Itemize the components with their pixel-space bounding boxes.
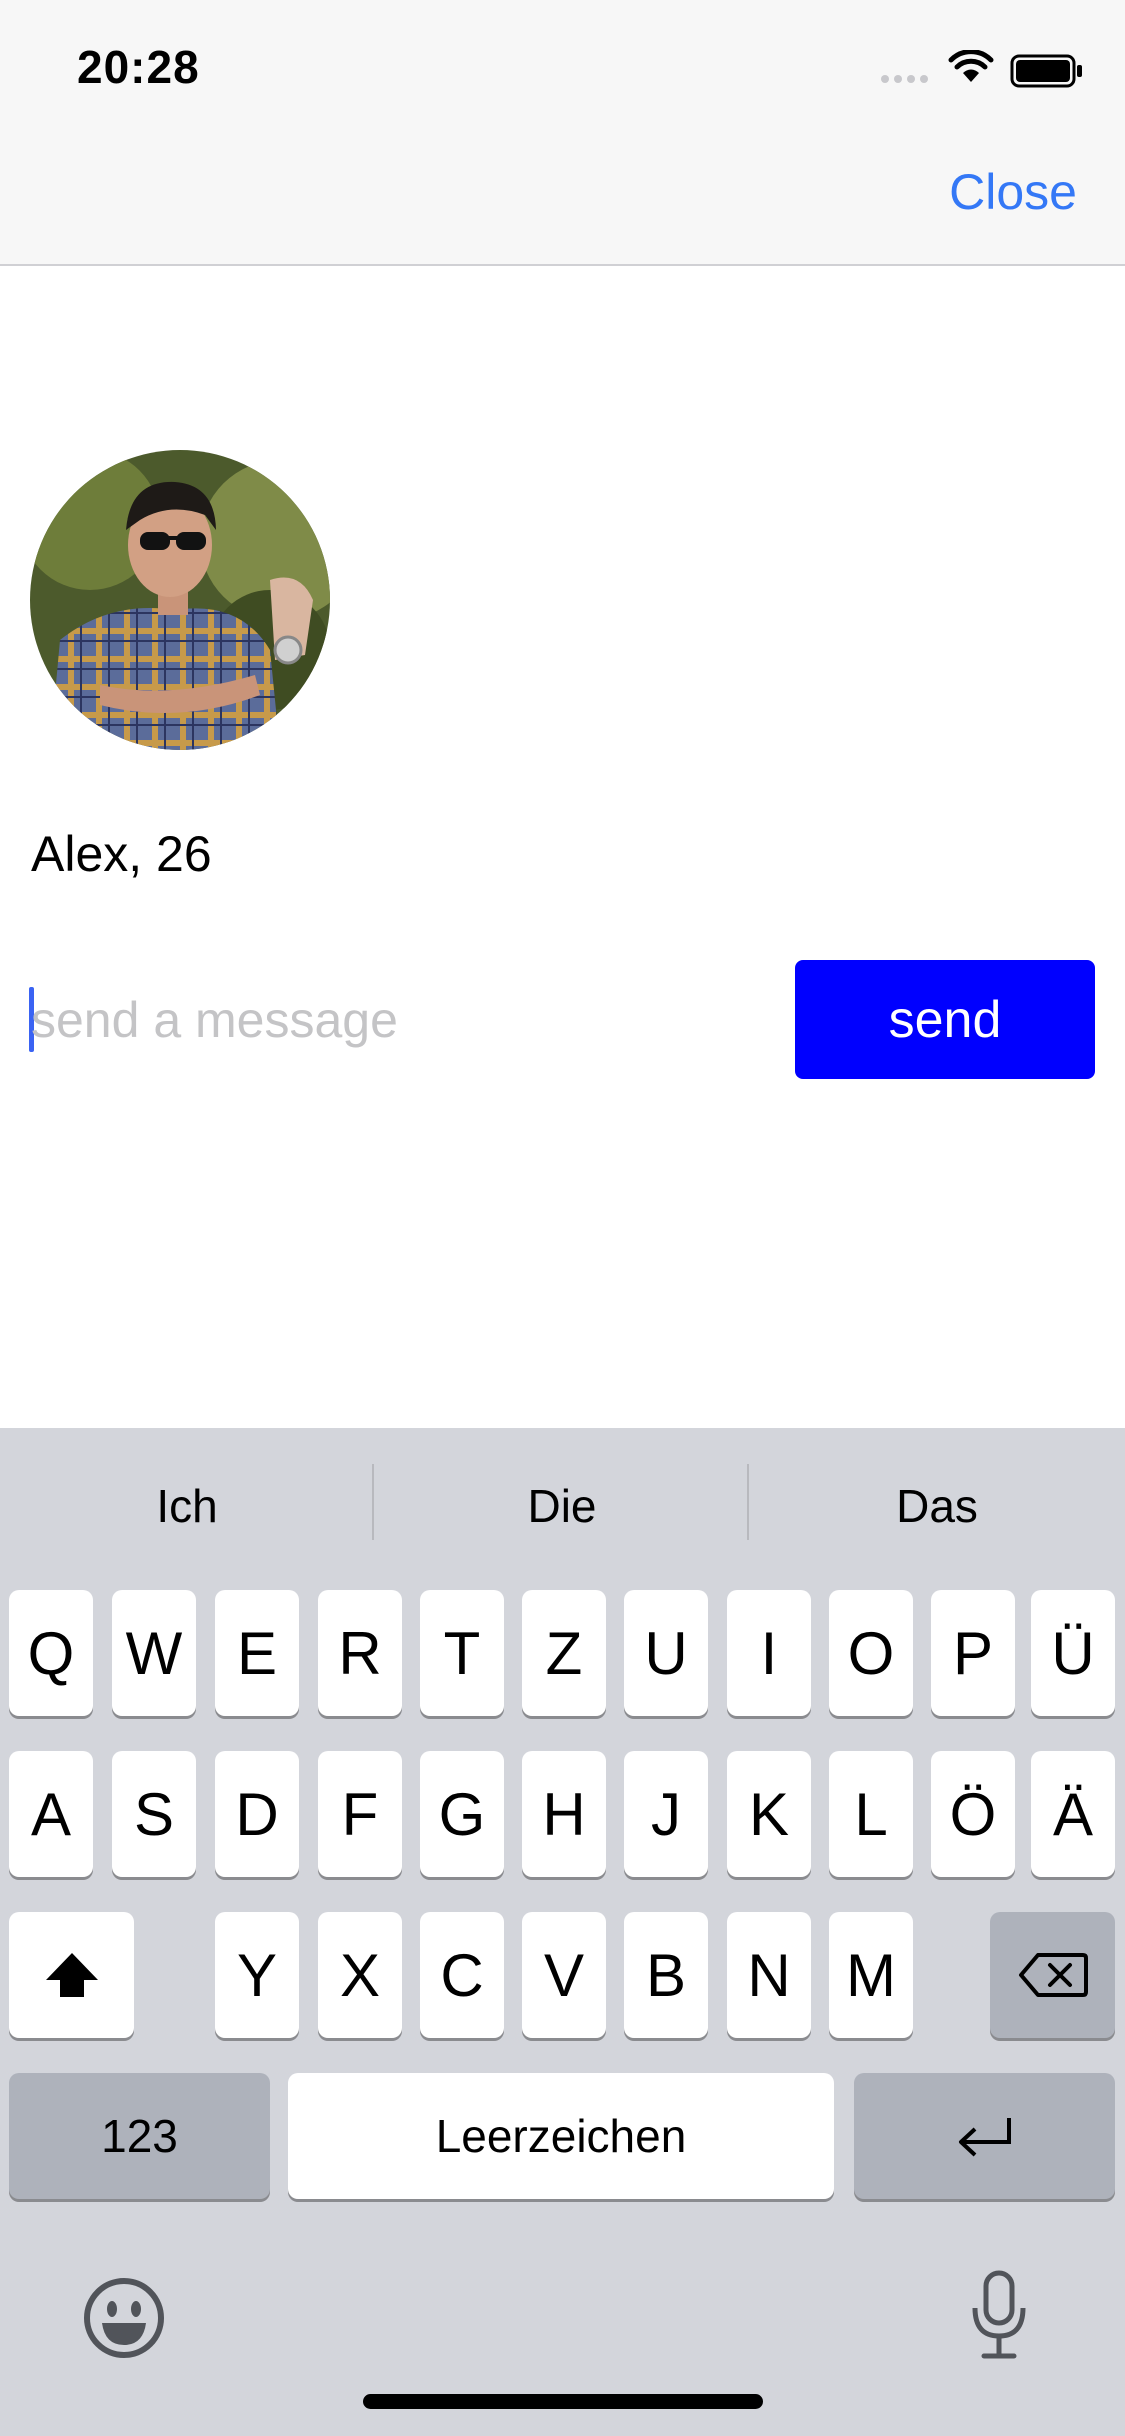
key-o-umlaut[interactable]: Ö: [931, 1751, 1015, 1877]
space-key[interactable]: Leerzeichen: [288, 2073, 834, 2199]
suggestion-divider: [372, 1464, 374, 1540]
space-key-label: Leerzeichen: [435, 2110, 687, 2162]
shift-key[interactable]: [9, 1912, 134, 2038]
key-z[interactable]: Z: [522, 1590, 606, 1716]
return-icon: [958, 2118, 1011, 2157]
home-indicator: [363, 2394, 763, 2409]
key-r[interactable]: R: [318, 1590, 402, 1716]
key-b[interactable]: B: [624, 1912, 708, 2038]
profile-photo: [30, 450, 330, 750]
status-bar: 20:28: [0, 0, 1125, 135]
key-v[interactable]: V: [522, 1912, 606, 2038]
status-time: 20:28: [77, 41, 200, 93]
key-t[interactable]: T: [420, 1590, 504, 1716]
delete-key[interactable]: [990, 1912, 1115, 2038]
battery-icon: [1010, 54, 1082, 88]
keyboard: Ich Die Das Q W E R T Z U I O P Ü A S D …: [0, 1428, 1125, 2436]
key-k[interactable]: K: [727, 1751, 811, 1877]
suggestion-3[interactable]: Das: [750, 1428, 1124, 1583]
profile-name-age: Alex, 26: [31, 826, 212, 882]
key-x[interactable]: X: [318, 1912, 402, 2038]
suggestion-2[interactable]: Die: [375, 1428, 749, 1583]
key-h[interactable]: H: [522, 1751, 606, 1877]
key-a[interactable]: A: [9, 1751, 93, 1877]
key-i[interactable]: I: [727, 1590, 811, 1716]
navigation-bar: Close: [0, 135, 1125, 266]
key-n[interactable]: N: [727, 1912, 811, 2038]
shift-icon: [45, 1953, 98, 1997]
close-button[interactable]: Close: [949, 163, 1077, 221]
numbers-key[interactable]: 123: [9, 2073, 270, 2199]
key-j[interactable]: J: [624, 1751, 708, 1877]
key-g[interactable]: G: [420, 1751, 504, 1877]
wifi-icon: [948, 50, 994, 82]
key-p[interactable]: P: [931, 1590, 1015, 1716]
key-l[interactable]: L: [829, 1751, 913, 1877]
suggestion-divider: [747, 1464, 749, 1540]
key-w[interactable]: W: [112, 1590, 196, 1716]
key-u-umlaut[interactable]: Ü: [1031, 1590, 1115, 1716]
key-o[interactable]: O: [829, 1590, 913, 1716]
key-e[interactable]: E: [215, 1590, 299, 1716]
send-button[interactable]: send: [795, 960, 1095, 1079]
key-m[interactable]: M: [829, 1912, 913, 2038]
key-d[interactable]: D: [215, 1751, 299, 1877]
key-q[interactable]: Q: [9, 1590, 93, 1716]
microphone-icon[interactable]: [968, 2270, 1030, 2360]
key-s[interactable]: S: [112, 1751, 196, 1877]
key-a-umlaut[interactable]: Ä: [1031, 1751, 1115, 1877]
key-y[interactable]: Y: [215, 1912, 299, 2038]
emoji-icon[interactable]: [83, 2277, 165, 2359]
delete-icon: [1018, 1953, 1088, 1997]
return-key[interactable]: [854, 2073, 1115, 2199]
suggestion-1[interactable]: Ich: [0, 1428, 374, 1583]
avatar: [30, 450, 330, 750]
key-c[interactable]: C: [420, 1912, 504, 2038]
numbers-key-label: 123: [101, 2110, 178, 2162]
key-f[interactable]: F: [318, 1751, 402, 1877]
key-u[interactable]: U: [624, 1590, 708, 1716]
cellular-signal-icon: [881, 75, 928, 83]
message-input[interactable]: [31, 985, 771, 1055]
